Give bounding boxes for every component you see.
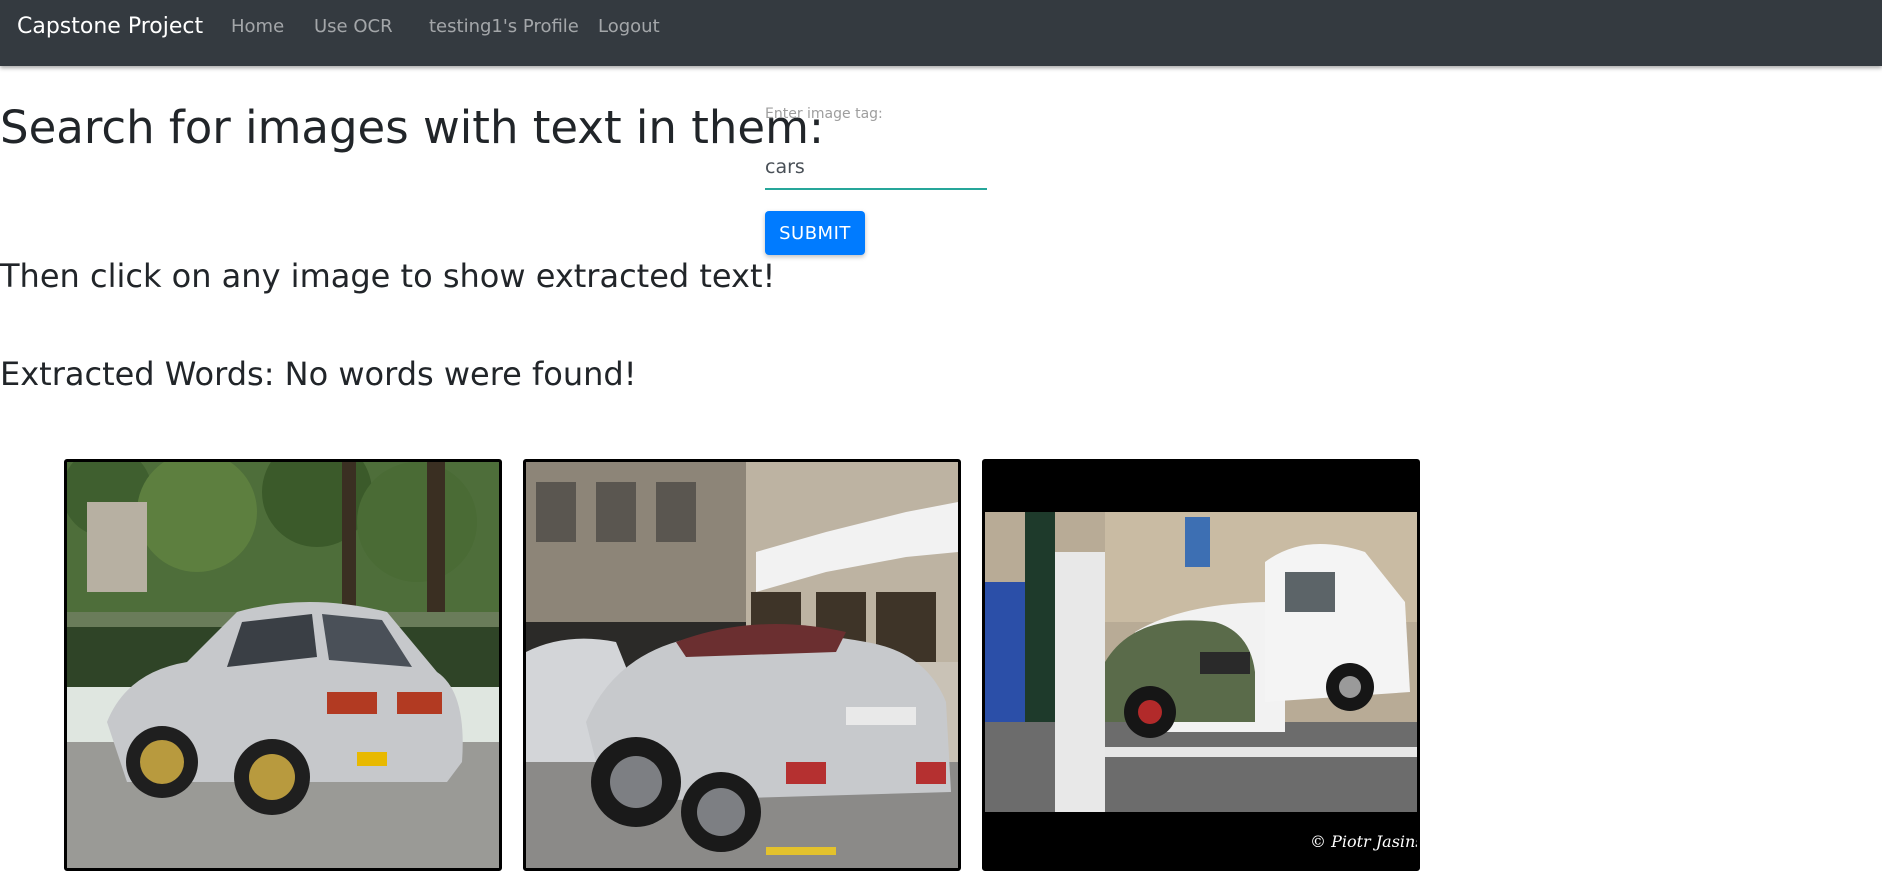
nav-logout-link[interactable]: Logout [598,16,660,38]
top-navbar: Capstone Project Home Use OCR testing1's… [0,0,1882,66]
extracted-words-text: Extracted Words: No words were found! [0,355,637,393]
image-tag-input[interactable] [765,146,987,190]
gallery-image-3[interactable]: © Piotr Jasinski [982,459,1420,871]
silver-roadster-photo [526,462,958,868]
page-title: Search for images with text in them: [0,101,825,154]
gallery-image-1[interactable] [64,459,502,871]
nav-use-ocr-link[interactable]: Use OCR [314,16,393,38]
instructions-text: Then click on any image to show extracte… [0,257,776,295]
photo-watermark: © Piotr Jasinski [1310,832,1417,851]
nav-home-link[interactable]: Home [231,16,284,38]
image-tag-label: Enter image tag: [765,106,883,122]
brand-link[interactable]: Capstone Project [17,14,203,40]
silver-wagon-photo [67,462,499,868]
submit-button[interactable]: SUBMIT [765,211,865,255]
green-car-van-photo: © Piotr Jasinski [985,462,1417,868]
gallery-image-2[interactable] [523,459,961,871]
nav-profile-link[interactable]: testing1's Profile [429,16,579,38]
